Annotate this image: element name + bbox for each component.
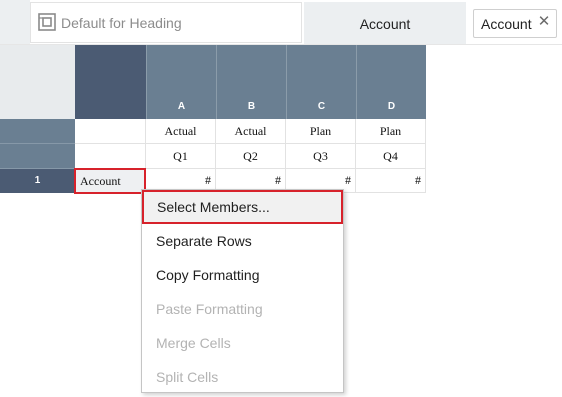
menu-item-copy-formatting[interactable]: Copy Formatting xyxy=(142,258,343,292)
header-cell[interactable]: Actual xyxy=(146,119,216,144)
column-header-a[interactable]: A xyxy=(146,45,216,119)
format-frame-icon xyxy=(38,13,56,31)
header-empty-cell[interactable] xyxy=(75,119,146,144)
pov-member-chip-label: Account xyxy=(481,16,532,32)
row-header-corner-cell xyxy=(75,45,146,119)
close-icon[interactable]: ✕ xyxy=(537,14,551,30)
header-row-marker[interactable] xyxy=(0,119,75,144)
pov-tab-label: Account xyxy=(359,16,411,32)
menu-item-separate-rows[interactable]: Separate Rows xyxy=(142,224,343,258)
menu-item-merge-cells: Merge Cells xyxy=(156,335,231,351)
column-header-b[interactable]: B xyxy=(216,45,286,119)
header-cell[interactable]: Q3 xyxy=(286,144,356,169)
header-cell[interactable]: Actual xyxy=(216,119,286,144)
selected-member-cell[interactable]: Account xyxy=(74,168,146,194)
grid-corner-cell xyxy=(0,45,75,119)
menu-item-select-members[interactable]: Select Members... xyxy=(142,190,343,224)
data-cell[interactable]: # xyxy=(356,169,426,193)
header-cell[interactable]: Q4 xyxy=(356,144,426,169)
header-cell[interactable]: Q1 xyxy=(146,144,216,169)
menu-item-paste-formatting: Paste Formatting xyxy=(156,301,263,317)
column-header-d[interactable]: D xyxy=(356,45,426,119)
format-selector-label: Default for Heading xyxy=(61,15,182,31)
header-cell[interactable]: Plan xyxy=(286,119,356,144)
menu-item-split-cells: Split Cells xyxy=(156,369,219,385)
context-menu: Select Members... Separate Rows Copy For… xyxy=(141,189,344,393)
row-number[interactable]: 1 xyxy=(0,169,75,193)
header-cell[interactable]: Q2 xyxy=(216,144,286,169)
header-empty-cell[interactable] xyxy=(75,144,146,169)
column-header-c[interactable]: C xyxy=(286,45,356,119)
toolbar-left-strip xyxy=(0,0,30,44)
header-cell[interactable]: Plan xyxy=(356,119,426,144)
header-row-marker[interactable] xyxy=(0,144,75,169)
